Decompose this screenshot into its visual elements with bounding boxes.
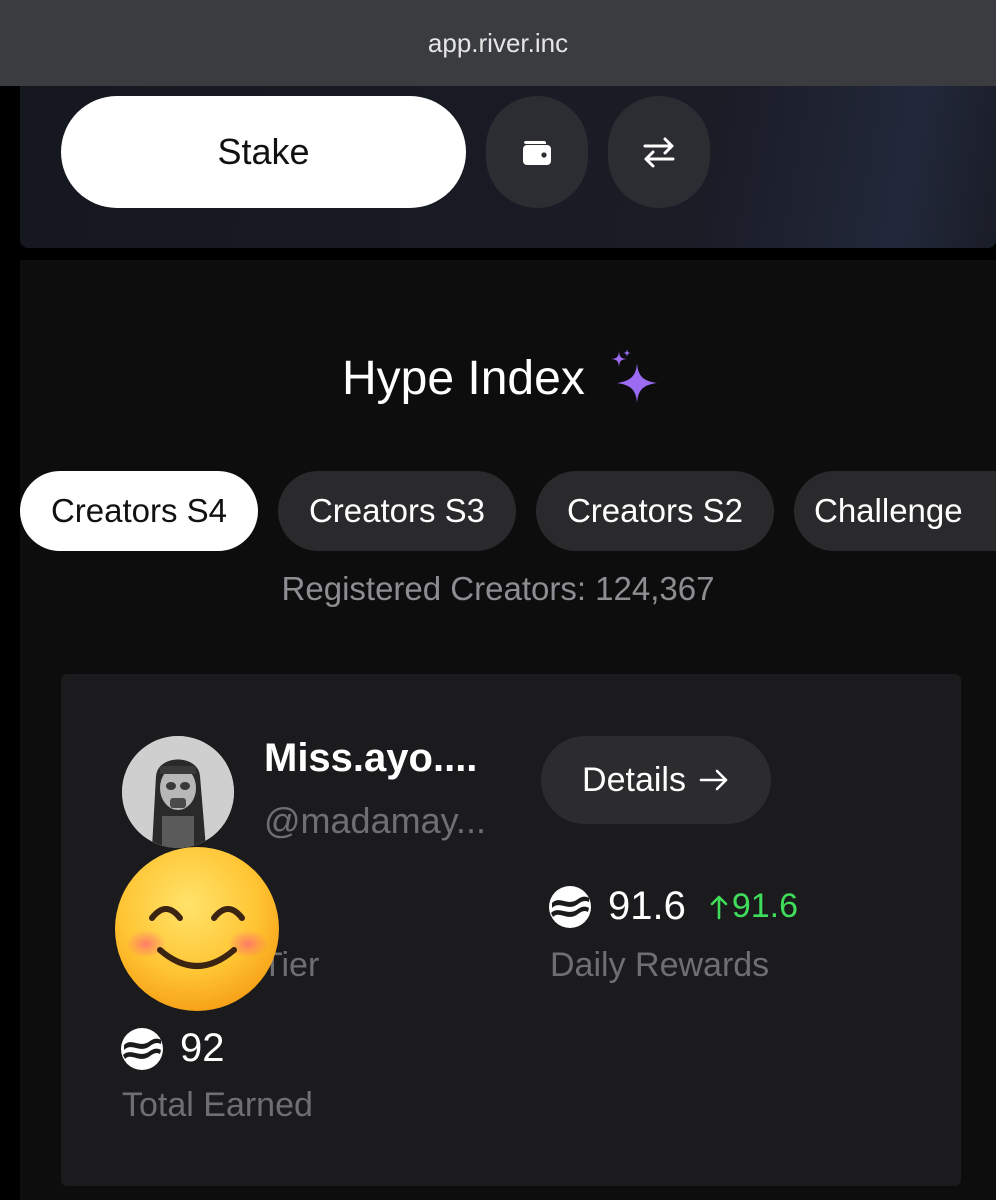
details-label: Details: [582, 760, 686, 799]
url-text: app.river.inc: [427, 27, 569, 58]
sparkles-icon: [610, 349, 657, 403]
total-earned-label: Total Earned: [122, 1086, 313, 1124]
river-token-icon: [121, 1027, 163, 1070]
tab-label: Creators S3: [308, 492, 486, 529]
season-tabs: Creators S4 Creators S3 Creators S2 Chal…: [20, 471, 996, 553]
total-earned-stat: 92: [120, 1026, 225, 1071]
registered-creators-count: Registered Creators: 124,367: [281, 570, 715, 607]
tab-creators-s2[interactable]: Creators S2: [536, 471, 774, 551]
tab-challenge[interactable]: Challenge: [794, 471, 996, 551]
swap-button[interactable]: [608, 96, 710, 208]
total-earned-value: 92: [180, 1026, 225, 1070]
tab-creators-s4[interactable]: Creators S4: [20, 471, 258, 551]
avatar[interactable]: [122, 736, 234, 848]
daily-rewards-value: 91.6: [608, 884, 686, 928]
page-title: Hype Index: [342, 346, 663, 410]
arrow-right-icon: [699, 769, 728, 791]
daily-rewards-stat: 91.6 91.6: [548, 884, 798, 929]
daily-rewards-label: Daily Rewards: [550, 946, 770, 984]
wallet-icon: [523, 141, 551, 165]
wallet-button[interactable]: [486, 96, 588, 208]
arrow-up-icon: [710, 895, 728, 919]
creator-handle: @madamay...: [264, 800, 486, 841]
tab-label: Challenge: [814, 492, 963, 529]
swap-arrows-icon: [643, 137, 675, 168]
title-text: Hype Index: [342, 351, 585, 405]
tab-label: Creators S2: [566, 492, 744, 529]
smiling-emoji-sticker: [115, 847, 279, 1011]
daily-rewards-change: 91.6: [710, 887, 798, 926]
address-bar[interactable]: app.river.inc: [0, 0, 996, 86]
stake-button[interactable]: Stake: [61, 96, 466, 208]
tab-creators-s3[interactable]: Creators S3: [278, 471, 516, 551]
left-edge: [0, 86, 20, 1200]
details-button[interactable]: Details: [541, 736, 771, 824]
river-token-icon: [549, 885, 591, 928]
tab-label: Creators S4: [50, 492, 228, 529]
creator-name: Miss.ayo....: [264, 736, 478, 780]
daily-change-value: 91.6: [731, 887, 799, 925]
avatar-image: [122, 736, 234, 848]
stake-label: Stake: [217, 131, 310, 172]
